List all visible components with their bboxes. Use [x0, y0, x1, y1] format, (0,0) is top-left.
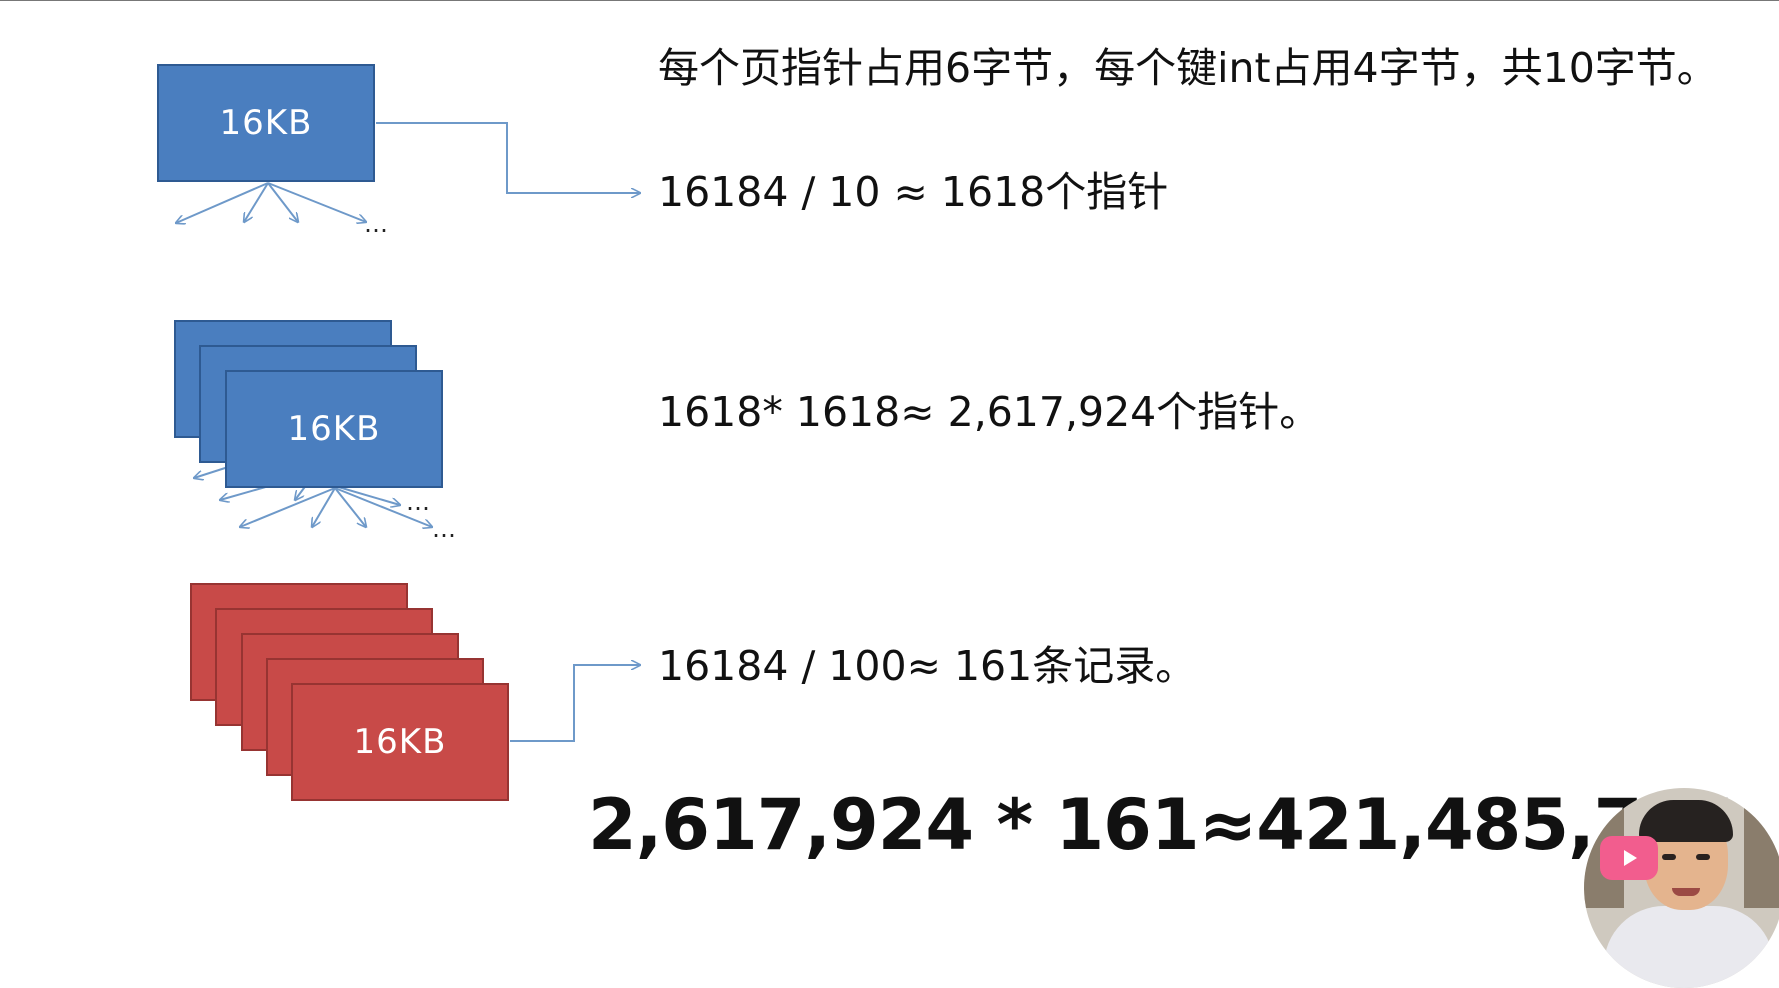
- root-page-box: 16KB: [157, 64, 375, 182]
- leaf-page-box: 16KB: [291, 683, 509, 801]
- presenter-shirt: [1604, 906, 1774, 988]
- play-triangle-icon: [1624, 850, 1637, 866]
- ellipsis: …: [406, 488, 430, 516]
- level2-pointer-calc: 1618* 1618≈ 2,617,924个指针。: [658, 388, 1321, 436]
- bookshelf: [1744, 788, 1779, 908]
- presenter-eye: [1696, 854, 1710, 860]
- presenter-hair: [1639, 800, 1733, 842]
- presenter-webcam: [1584, 788, 1779, 988]
- page-size-label: 16KB: [287, 409, 381, 449]
- arrow-root-to-calc: [376, 122, 640, 193]
- fan-arrow: [176, 182, 269, 223]
- ellipsis: …: [364, 210, 388, 238]
- presenter-mouth: [1672, 888, 1700, 896]
- fan-arrow: [240, 487, 336, 527]
- level1-pointer-calc: 16184 / 10 ≈ 1618个指针: [658, 168, 1169, 216]
- fan-arrow: [312, 487, 336, 527]
- total-records-result: 2,617,924 * 161≈421,485,764: [588, 784, 1738, 866]
- leaf-record-calc: 16184 / 100≈ 161条记录。: [658, 642, 1197, 690]
- presenter-eye: [1662, 854, 1676, 860]
- pointer-size-note: 每个页指针占用6字节，每个键int占用4字节，共10字节。: [658, 44, 1718, 92]
- ellipsis: …: [432, 515, 456, 543]
- page-size-label: 16KB: [219, 103, 313, 143]
- arrow-leaf-to-calc: [510, 665, 640, 742]
- page-size-label: 16KB: [353, 722, 447, 762]
- internal-page-box: 16KB: [225, 370, 443, 488]
- fan-arrow: [334, 485, 400, 505]
- play-badge-icon[interactable]: [1600, 836, 1658, 880]
